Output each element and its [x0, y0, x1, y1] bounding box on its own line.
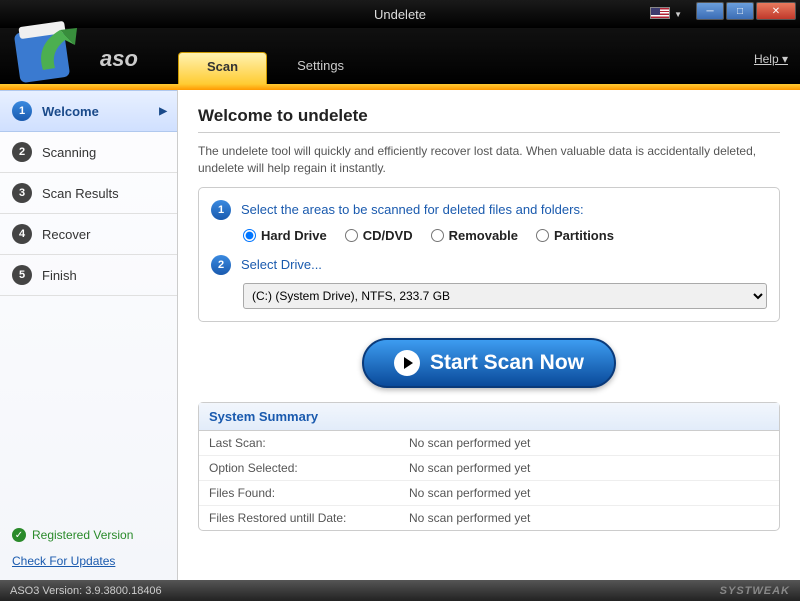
step-number-icon: 2	[12, 142, 32, 162]
summary-row: Option Selected: No scan performed yet	[199, 456, 779, 481]
status-bar: ASO3 Version: 3.9.3800.18406 SYSTWEAK	[0, 580, 800, 601]
language-dropdown-arrow[interactable]: ▼	[674, 10, 682, 19]
summary-row: Last Scan: No scan performed yet	[199, 431, 779, 456]
maximize-button[interactable]: □	[726, 2, 754, 20]
version-label: ASO3 Version: 3.9.3800.18406	[10, 585, 162, 597]
summary-key: Option Selected:	[209, 461, 409, 475]
minimize-button[interactable]: ─	[696, 2, 724, 20]
registered-version-label: ✓ Registered Version	[12, 528, 165, 542]
sidebar-item-label: Scanning	[42, 145, 96, 160]
tab-scan[interactable]: Scan	[178, 52, 267, 84]
header: aso Scan Settings Help ▾	[0, 28, 800, 84]
step1-label: Select the areas to be scanned for delet…	[241, 202, 584, 217]
sidebar-item-recover[interactable]: 4 Recover	[0, 214, 177, 255]
step-number-icon: 3	[12, 183, 32, 203]
sidebar-item-finish[interactable]: 5 Finish	[0, 255, 177, 296]
step1-row: 1 Select the areas to be scanned for del…	[211, 200, 767, 220]
step-number-icon: 4	[12, 224, 32, 244]
step2-row: 2 Select Drive...	[211, 255, 767, 275]
check-updates-link[interactable]: Check For Updates	[12, 554, 165, 568]
page-description: The undelete tool will quickly and effic…	[198, 143, 780, 177]
main-tabs: Scan Settings	[178, 52, 374, 84]
sidebar-item-scanning[interactable]: 2 Scanning	[0, 132, 177, 173]
summary-title: System Summary	[199, 403, 779, 431]
help-link[interactable]: Help ▾	[754, 52, 788, 66]
sidebar: 1 Welcome 2 Scanning 3 Scan Results 4 Re…	[0, 90, 178, 580]
tab-settings[interactable]: Settings	[269, 52, 372, 84]
window-controls: ─ □ ✕	[696, 2, 796, 20]
summary-value: No scan performed yet	[409, 461, 530, 475]
app-logo-icon	[5, 10, 95, 90]
sidebar-footer: ✓ Registered Version Check For Updates	[0, 516, 177, 580]
step2-label: Select Drive...	[241, 257, 322, 272]
titlebar: Undelete ▼ ─ □ ✕	[0, 0, 800, 28]
summary-row: Files Found: No scan performed yet	[199, 481, 779, 506]
language-flag-icon[interactable]	[650, 7, 670, 19]
check-icon: ✓	[12, 528, 26, 542]
area-radio-group: Hard Drive CD/DVD Removable Partitions	[243, 228, 767, 243]
sidebar-item-scan-results[interactable]: 3 Scan Results	[0, 173, 177, 214]
sidebar-item-label: Scan Results	[42, 186, 119, 201]
radio-partitions[interactable]: Partitions	[536, 228, 614, 243]
summary-key: Files Restored untill Date:	[209, 511, 409, 525]
summary-key: Files Found:	[209, 486, 409, 500]
close-button[interactable]: ✕	[756, 2, 796, 20]
summary-value: No scan performed yet	[409, 486, 530, 500]
step-badge-icon: 1	[211, 200, 231, 220]
step-number-icon: 5	[12, 265, 32, 285]
step-badge-icon: 2	[211, 255, 231, 275]
play-icon	[394, 350, 420, 376]
sidebar-item-label: Finish	[42, 268, 77, 283]
sidebar-item-welcome[interactable]: 1 Welcome	[0, 90, 177, 132]
summary-key: Last Scan:	[209, 436, 409, 450]
radio-removable[interactable]: Removable	[431, 228, 518, 243]
summary-value: No scan performed yet	[409, 511, 530, 525]
radio-hard-drive[interactable]: Hard Drive	[243, 228, 327, 243]
window-title: Undelete	[374, 7, 426, 22]
summary-row: Files Restored untill Date: No scan perf…	[199, 506, 779, 530]
main-area: 1 Welcome 2 Scanning 3 Scan Results 4 Re…	[0, 90, 800, 580]
content: Welcome to undelete The undelete tool wi…	[178, 90, 800, 580]
sidebar-item-label: Recover	[42, 227, 90, 242]
page-title: Welcome to undelete	[198, 106, 780, 126]
sidebar-item-label: Welcome	[42, 104, 99, 119]
start-scan-button[interactable]: Start Scan Now	[362, 338, 616, 388]
summary-value: No scan performed yet	[409, 436, 530, 450]
vendor-brand: SYSTWEAK	[720, 585, 790, 597]
divider	[198, 132, 780, 133]
scan-options-panel: 1 Select the areas to be scanned for del…	[198, 187, 780, 322]
radio-cd-dvd[interactable]: CD/DVD	[345, 228, 413, 243]
brand-text: aso	[100, 46, 138, 72]
drive-select-wrapper: (C:) (System Drive), NTFS, 233.7 GB	[243, 283, 767, 309]
system-summary-panel: System Summary Last Scan: No scan perfor…	[198, 402, 780, 531]
step-number-icon: 1	[12, 101, 32, 121]
drive-select[interactable]: (C:) (System Drive), NTFS, 233.7 GB	[243, 283, 767, 309]
